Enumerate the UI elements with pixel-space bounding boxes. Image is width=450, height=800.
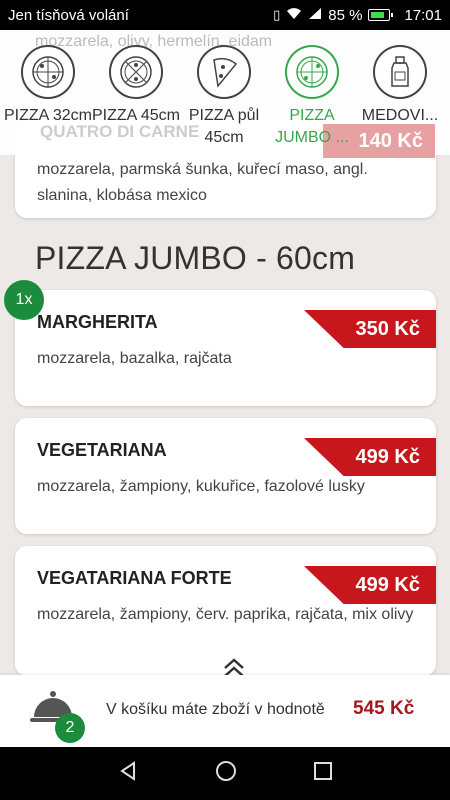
carrier-text: Jen tísňová volání: [8, 6, 129, 24]
section-title: PIZZA JUMBO - 60cm: [35, 240, 356, 276]
price-tag: 499 Kč: [304, 438, 436, 476]
home-icon[interactable]: [214, 759, 238, 788]
item-description: mozzarela, žampiony, červ. paprika, rajč…: [37, 606, 414, 623]
category-pizza-half[interactable]: PIZZA půl 45cm: [179, 45, 269, 149]
cart-total: 545 Kč: [353, 698, 415, 719]
pizza-icon: [109, 45, 163, 99]
category-label: MEDOVI...: [361, 107, 439, 124]
vibrate-icon: ▯: [273, 7, 281, 22]
category-label: PIZZA půl 45cm: [188, 107, 260, 146]
category-pizza-jumbo[interactable]: PIZZA JUMBO ...: [267, 45, 357, 149]
status-icons: ▯ 85 % 17:01: [273, 7, 442, 24]
recents-icon[interactable]: [313, 761, 333, 786]
cart-bar[interactable]: 2 V košíku máte zboží v hodnotě 545 Kč: [0, 675, 450, 747]
item-name: MARGHERITA: [37, 312, 158, 332]
status-bar: Jen tísňová volání ▯ 85 % 17:01: [0, 0, 450, 30]
battery-percent: 85 %: [328, 6, 363, 24]
menu-item-card[interactable]: MARGHERITA 350 Kč mozzarela, bazalka, ra…: [15, 290, 436, 406]
item-description: mozzarela, parmská šunka, kuřecí maso, a…: [37, 161, 368, 204]
item-description: mozzarela, žampiony, kukuřice, fazolové …: [37, 478, 365, 495]
wifi-icon: [286, 7, 302, 23]
price-tag: 499 Kč: [304, 566, 436, 604]
system-nav-bar: [0, 747, 450, 800]
quantity-badge: 1x: [4, 280, 44, 320]
back-icon[interactable]: [117, 760, 139, 787]
battery-icon: [368, 9, 394, 21]
bottle-icon: [373, 45, 427, 99]
cart-summary-text: V košíku máte zboží v hodnotě: [106, 701, 325, 718]
category-pizza-45[interactable]: PIZZA 45cm: [91, 45, 181, 127]
category-medovina[interactable]: MEDOVI...: [355, 45, 445, 127]
item-description: mozzarela, bazalka, rajčata: [37, 350, 232, 367]
pizza-icon: [21, 45, 75, 99]
category-pizza-32[interactable]: PIZZA 32cm: [3, 45, 93, 127]
cart-count-badge: 2: [55, 713, 85, 743]
pizza-icon: [285, 45, 339, 99]
item-name: VEGETARIANA: [37, 440, 167, 460]
category-label: PIZZA 45cm: [91, 107, 181, 124]
clock: 17:01: [404, 6, 442, 24]
category-bar[interactable]: mozzarela, olivy, hermelín, eidam QUATRO…: [0, 30, 450, 158]
item-name: VEGATARIANA FORTE: [37, 568, 232, 588]
category-label: PIZZA JUMBO ...: [275, 107, 349, 146]
pizza-slice-icon: [197, 45, 251, 99]
price-tag: 350 Kč: [304, 310, 436, 348]
signal-icon: [308, 7, 322, 23]
menu-item-card[interactable]: VEGETARIANA 499 Kč mozzarela, žampiony, …: [15, 418, 436, 534]
category-label: PIZZA 32cm: [3, 107, 93, 124]
